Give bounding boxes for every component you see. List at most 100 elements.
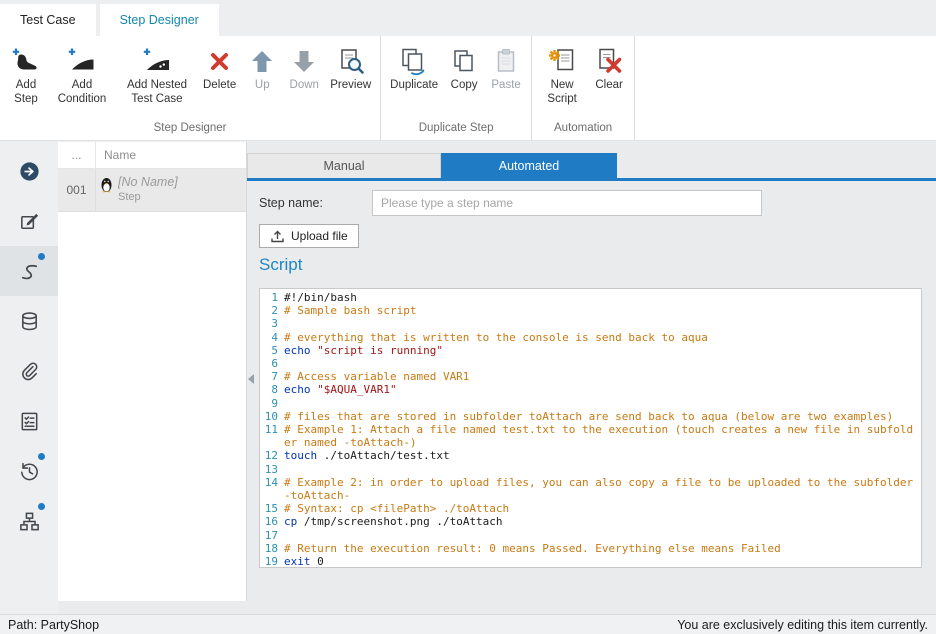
- attachment-icon: [18, 360, 41, 383]
- delete-icon: [204, 45, 236, 77]
- tab-automated[interactable]: Automated: [441, 153, 617, 178]
- tab-manual-label: Manual: [324, 159, 365, 173]
- ribbon-group-step-designer: Add Step Add Condition: [0, 36, 381, 140]
- step-number: 001: [58, 169, 96, 211]
- step-list-name-column-header: Name: [96, 142, 246, 168]
- line-number: 19: [260, 555, 284, 568]
- code-line: 5echo "script is running": [260, 344, 921, 357]
- code-line: 2# Sample bash script: [260, 304, 921, 317]
- sidebar-item-steps[interactable]: [0, 246, 58, 296]
- line-number: 16: [260, 515, 284, 528]
- new-script-button[interactable]: New Script: [537, 43, 587, 108]
- tab-test-case-label: Test Case: [20, 13, 76, 27]
- step-list-panel: ... Name 001: [58, 142, 247, 601]
- script-code-editor[interactable]: 1#!/bin/bash2# Sample bash script34# eve…: [259, 288, 922, 568]
- add-condition-icon: [66, 45, 98, 77]
- add-nested-test-case-button[interactable]: Add Nested Test Case: [117, 43, 197, 108]
- line-number: 12: [260, 449, 284, 462]
- editing-status-message: You are exclusively editing this item cu…: [677, 618, 928, 632]
- duplicate-icon: [398, 45, 430, 77]
- line-number: 5: [260, 344, 284, 357]
- tab-test-case[interactable]: Test Case: [0, 4, 96, 36]
- upload-file-button[interactable]: Upload file: [259, 224, 359, 248]
- sidebar-item-dependencies[interactable]: [0, 496, 58, 546]
- collapse-panel-arrow-icon[interactable]: [248, 374, 254, 384]
- step-list-menu-column-header: ...: [58, 142, 96, 168]
- sidebar-item-navigate[interactable]: [0, 146, 58, 196]
- sidebar-item-attachments[interactable]: [0, 346, 58, 396]
- line-number: 17: [260, 529, 284, 542]
- code-line: 8echo "$AQUA_VAR1": [260, 383, 921, 396]
- line-number: 11: [260, 423, 284, 449]
- history-icon: [18, 460, 41, 483]
- line-number: 4: [260, 331, 284, 344]
- line-number: 10: [260, 410, 284, 423]
- line-number: 14: [260, 476, 284, 502]
- left-icon-sidebar: [0, 142, 58, 614]
- add-nested-test-case-label: Add Nested Test Case: [121, 79, 193, 106]
- new-script-label: New Script: [541, 79, 583, 106]
- tab-step-designer[interactable]: Step Designer: [100, 4, 219, 36]
- sidebar-item-checklist[interactable]: [0, 396, 58, 446]
- code-line: 11# Example 1: Attach a file named test.…: [260, 423, 921, 449]
- linux-penguin-icon: [100, 177, 113, 193]
- copy-icon: [448, 45, 480, 77]
- code-line: 12touch ./toAttach/test.txt: [260, 449, 921, 462]
- copy-label: Copy: [451, 79, 478, 93]
- step-name-label: Step name:: [259, 196, 372, 210]
- arrow-down-icon: [288, 45, 320, 77]
- step-name-input[interactable]: [372, 190, 762, 216]
- code-line: 14# Example 2: in order to upload files,…: [260, 476, 921, 502]
- path-breadcrumb: Path: PartyShop: [8, 618, 99, 632]
- line-number: 6: [260, 357, 284, 370]
- step-list-row[interactable]: 001 [No Name] Step: [58, 169, 246, 212]
- delete-button[interactable]: Delete: [199, 43, 240, 95]
- ribbon: Add Step Add Condition: [0, 36, 936, 141]
- sidebar-item-data[interactable]: [0, 296, 58, 346]
- line-number: 1: [260, 291, 284, 304]
- add-condition-button[interactable]: Add Condition: [49, 43, 115, 108]
- code-line: 19exit 0: [260, 555, 921, 568]
- tab-manual[interactable]: Manual: [247, 153, 441, 178]
- duplicate-button[interactable]: Duplicate: [386, 43, 442, 95]
- sidebar-item-history[interactable]: [0, 446, 58, 496]
- up-button[interactable]: Up: [242, 43, 282, 95]
- code-line: 6: [260, 357, 921, 370]
- app-window: Test Case Step Designer Add Step: [0, 0, 936, 634]
- clear-label: Clear: [595, 79, 622, 93]
- up-label: Up: [255, 79, 270, 93]
- add-nested-test-case-icon: [141, 45, 173, 77]
- line-number: 15: [260, 502, 284, 515]
- code-line: 3: [260, 317, 921, 330]
- line-number: 8: [260, 383, 284, 396]
- line-number: 13: [260, 463, 284, 476]
- edit-icon: [18, 210, 41, 233]
- step-list-header: ... Name: [58, 142, 246, 169]
- paste-button[interactable]: Paste: [486, 43, 526, 95]
- code-line: 9: [260, 397, 921, 410]
- code-line: 16cp /tmp/screenshot.png ./toAttach: [260, 515, 921, 528]
- preview-button[interactable]: Preview: [326, 43, 375, 95]
- sidebar-item-edit[interactable]: [0, 196, 58, 246]
- add-step-label: Add Step: [9, 79, 43, 106]
- code-line: 13: [260, 463, 921, 476]
- steps-icon: [18, 260, 41, 283]
- clear-icon: [593, 45, 625, 77]
- active-tab-underline: [247, 178, 936, 181]
- line-number: 9: [260, 397, 284, 410]
- line-number: 18: [260, 542, 284, 555]
- add-step-button[interactable]: Add Step: [5, 43, 47, 108]
- down-button[interactable]: Down: [284, 43, 324, 95]
- notification-dot: [38, 503, 45, 510]
- new-script-icon: [546, 45, 578, 77]
- upload-file-label: Upload file: [291, 229, 348, 243]
- status-bar: Path: PartyShop You are exclusively edit…: [0, 614, 936, 634]
- clear-button[interactable]: Clear: [589, 43, 629, 95]
- script-section-heading: Script: [259, 255, 302, 275]
- copy-button[interactable]: Copy: [444, 43, 484, 95]
- line-number: 2: [260, 304, 284, 317]
- step-editor-panel: Manual Automated Step name: Upload: [247, 142, 936, 614]
- down-label: Down: [290, 79, 319, 93]
- code-line: 4# everything that is written to the con…: [260, 331, 921, 344]
- delete-label: Delete: [203, 79, 236, 93]
